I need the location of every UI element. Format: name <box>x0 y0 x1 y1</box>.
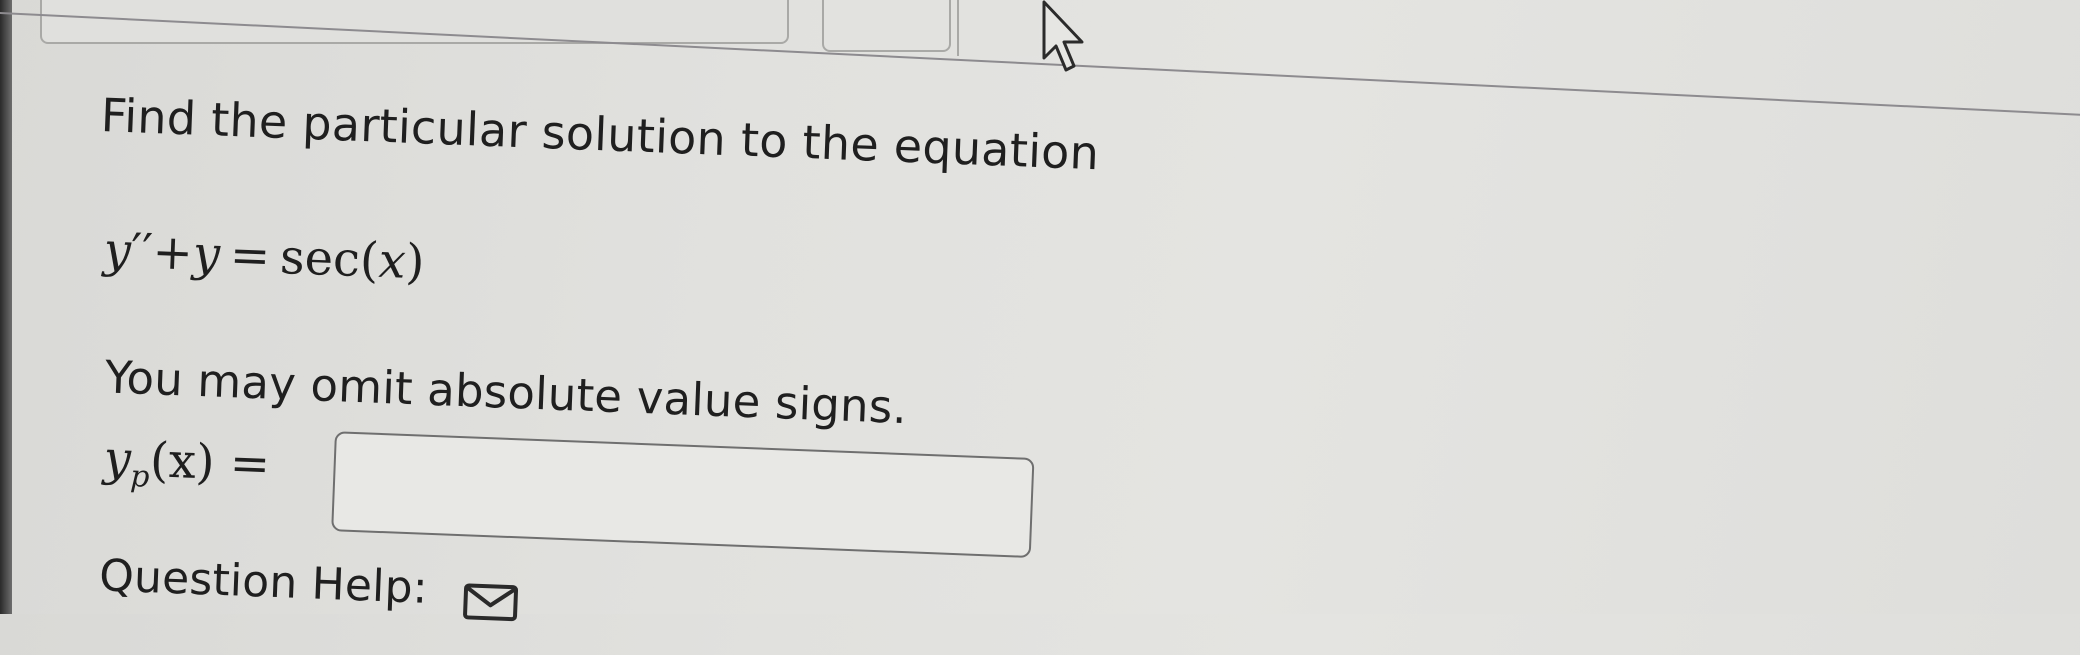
answer-label-y: y <box>102 430 132 488</box>
answer-row: yp(x) = <box>101 422 1035 566</box>
equation-y2: y <box>191 225 222 283</box>
question-help-label: Question Help: <box>98 550 429 614</box>
mouse-pointer-icon <box>1040 0 1090 76</box>
question-content: Find the particular solution to the equa… <box>82 88 1301 654</box>
instruction-note: You may omit absolute value signs. <box>103 350 908 435</box>
message-icon[interactable] <box>462 580 519 622</box>
answer-label-arg: (x) <box>149 432 216 491</box>
equation-double-prime: ′′ <box>129 223 154 281</box>
previous-answer-box[interactable] <box>40 0 789 44</box>
screen-bezel <box>0 0 12 614</box>
answer-input[interactable] <box>331 431 1035 558</box>
equation-x: x <box>377 232 407 290</box>
equation-equals: = <box>228 227 272 285</box>
answer-label-equals: = <box>228 435 272 493</box>
question-prompt: Find the particular solution to the equa… <box>99 88 1101 181</box>
question-help: Question Help: <box>98 550 520 622</box>
previous-small-box[interactable] <box>822 0 951 52</box>
equation-open-paren: ( <box>358 232 380 289</box>
equation-sec: sec <box>279 228 362 289</box>
equation-plus: + <box>151 224 194 282</box>
equation-close-paren: ) <box>404 233 426 291</box>
answer-label-subscript: p <box>129 458 151 495</box>
equation-y: y <box>102 222 132 280</box>
previous-box-edge <box>957 0 1039 56</box>
answer-label: yp(x) = <box>102 430 271 499</box>
differential-equation: y′′+y = sec(x) <box>103 222 426 290</box>
